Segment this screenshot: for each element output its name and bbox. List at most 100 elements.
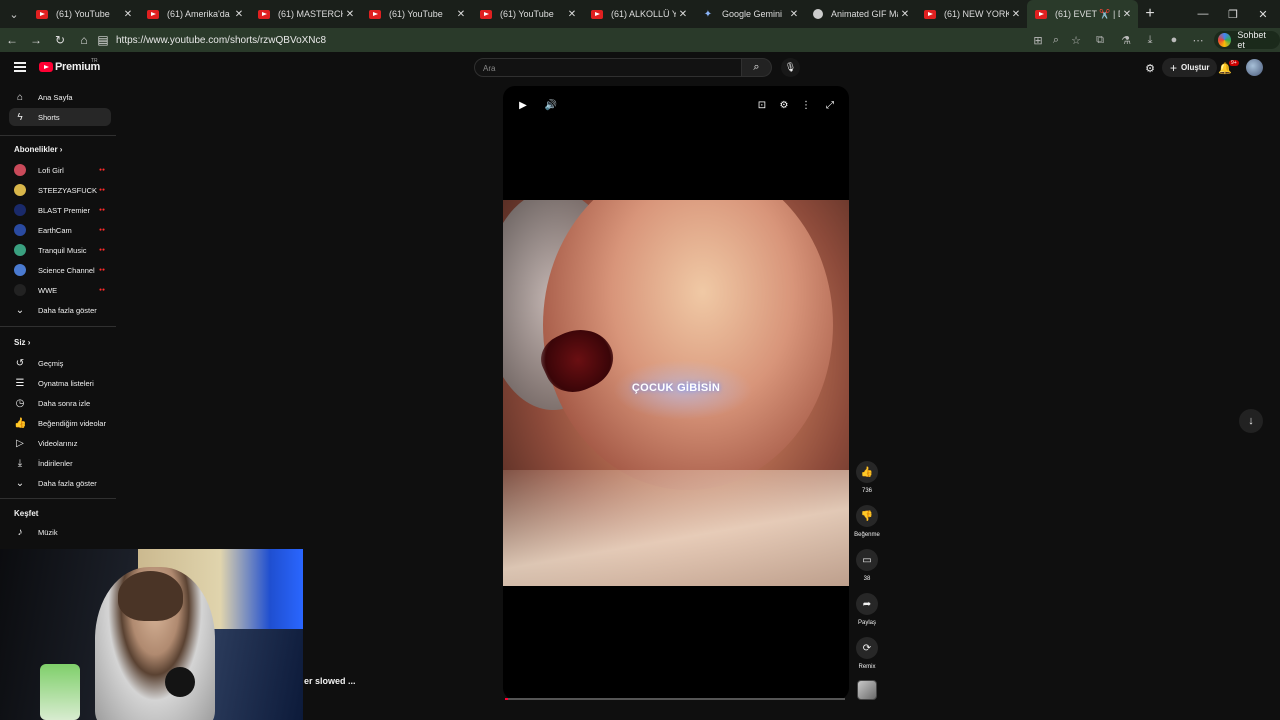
create-button[interactable]: + Oluştur (1162, 58, 1218, 77)
arrow-down-icon: ↓ (1248, 415, 1254, 427)
captions-icon[interactable]: ⊡ (754, 97, 770, 113)
channel-avatar (14, 224, 26, 236)
comment-icon: ▭ (856, 549, 878, 571)
share-button[interactable]: ➦ Paylaş (855, 593, 879, 626)
microphone-icon: 🎙 (784, 62, 797, 72)
browser-tab[interactable]: (61) YouTube ✕ (361, 0, 472, 28)
sidebar-item-music[interactable]: ♪ Müzik (9, 523, 111, 541)
comments-button[interactable]: ▭ 38 (855, 549, 879, 582)
tab-title: (61) YouTube (389, 9, 443, 19)
video-progress-bar[interactable] (505, 698, 845, 700)
tab-title: Animated GIF Maker (831, 9, 898, 19)
close-tab-icon[interactable]: ✕ (121, 9, 135, 20)
sidebar-item-download[interactable]: ⤓ İndirilenler (9, 454, 111, 472)
fullscreen-icon[interactable]: ⤢ (822, 97, 838, 113)
browser-tab[interactable]: (61) YouTube ✕ (472, 0, 583, 28)
tab-title: Google Gemini (722, 9, 783, 19)
subscription-channel[interactable]: Science Channel ●● (9, 261, 111, 279)
like-button[interactable]: 👍 736 (855, 461, 879, 494)
search-button[interactable]: ⌕ (742, 58, 772, 77)
subscription-channel[interactable]: BLAST Premier ●● (9, 201, 111, 219)
voice-search-button[interactable]: 🎙 (781, 58, 800, 77)
collections-icon[interactable]: ⚗ (1114, 28, 1138, 52)
close-tab-icon[interactable]: ✕ (343, 9, 357, 20)
sidebar-item-playlist[interactable]: ☰ Oynatma listeleri (9, 374, 111, 392)
reload-icon[interactable]: ↻ (48, 28, 72, 52)
subscription-channel[interactable]: Lofi Girl ●● (9, 161, 111, 179)
close-tab-icon[interactable]: ✕ (454, 9, 468, 20)
favorite-icon[interactable]: ☆ (1064, 28, 1088, 52)
tab-title: (61) ALKOLLÜ YILBAŞ (611, 9, 676, 19)
profile-icon[interactable]: ● (1162, 28, 1186, 52)
sound-thumbnail[interactable] (857, 680, 877, 700)
sidebar-divider (0, 498, 116, 499)
sidebar-item-video[interactable]: ▷ Videolarınız (9, 434, 111, 452)
subscription-channel[interactable]: STEEZYASFUCK ●● (9, 181, 111, 199)
forward-icon[interactable]: → (24, 28, 48, 52)
search-input[interactable]: Ara (474, 58, 742, 77)
browser-tab[interactable]: Animated GIF Maker✕ (805, 0, 916, 28)
live-indicator: ●● (98, 287, 105, 293)
explore-header[interactable]: Keşfet (14, 509, 38, 518)
browser-tab[interactable]: (61) MASTERCHEF YA✕ (250, 0, 361, 28)
clock-icon: ◷ (15, 397, 25, 409)
downloads-icon[interactable]: ⤓ (1138, 28, 1162, 52)
browser-tab[interactable]: (61) NEW YORK "GE✕ (916, 0, 1027, 28)
maximize-icon[interactable]: ❐ (1218, 0, 1248, 28)
close-tab-icon[interactable]: ✕ (1009, 9, 1023, 20)
youtube-logo-icon[interactable] (39, 62, 53, 72)
thumbs-down-icon: 👎 (856, 505, 878, 527)
sidebar-item-home[interactable]: ⌂ Ana Sayfa (9, 88, 111, 106)
chat-button[interactable]: Sohbet et (1214, 30, 1280, 50)
show-more-subscriptions[interactable]: ⌄ Daha fazla göster (9, 301, 111, 319)
sidebar-item-clock[interactable]: ◷ Daha sonra izle (9, 394, 111, 412)
close-tab-icon[interactable]: ✕ (1120, 9, 1134, 20)
url-field[interactable]: https://www.youtube.com/shorts/rzwQBVoXN… (116, 35, 326, 46)
you-header[interactable]: Siz › (14, 338, 30, 347)
minimize-icon[interactable]: — (1188, 0, 1218, 28)
extensions-icon[interactable]: ⧉ (1088, 28, 1112, 52)
close-tab-icon[interactable]: ✕ (787, 9, 801, 20)
shorts-player[interactable]: ÇOCUK GİBİSİN (503, 86, 849, 700)
sidebar-divider (0, 326, 116, 327)
youtube-icon (36, 9, 48, 19)
settings-gear-icon[interactable]: ⚙ (1141, 59, 1159, 77)
site-info-icon[interactable]: ▤ (96, 28, 110, 52)
more-vert-icon[interactable]: ⋮ (798, 97, 814, 113)
subscription-channel[interactable]: WWE ●● (9, 281, 111, 299)
close-tab-icon[interactable]: ✕ (565, 9, 579, 20)
subscription-channel[interactable]: EarthCam ●● (9, 221, 111, 239)
next-video-button[interactable]: ↓ (1239, 409, 1263, 433)
live-indicator: ●● (98, 187, 105, 193)
sidebar-item-thumbs-up[interactable]: 👍 Beğendiğim videolar (9, 414, 111, 432)
sidebar-item-history[interactable]: ↺ Geçmiş (9, 354, 111, 372)
remix-button[interactable]: ⟳ Remix (855, 637, 879, 670)
more-menu-icon[interactable]: ⋯ (1186, 28, 1210, 52)
browser-tab[interactable]: (61) ALKOLLÜ YILBAŞ✕ (583, 0, 694, 28)
home-browser-icon[interactable]: ⌂ (72, 28, 96, 52)
account-avatar[interactable] (1246, 59, 1263, 76)
close-window-icon[interactable]: ✕ (1248, 0, 1278, 28)
history-icon: ↺ (15, 357, 25, 369)
new-tab-button[interactable]: + (1138, 5, 1162, 23)
sidebar-item-shorts[interactable]: ϟ Shorts (9, 108, 111, 126)
browser-tab[interactable]: (61) EVET ✂️ | DEXT✕ (1027, 0, 1138, 28)
notification-badge: 9+ (1229, 60, 1239, 66)
browser-tab[interactable]: ✦ Google Gemini ✕ (694, 0, 805, 28)
subscription-channel[interactable]: Tranquil Music ●● (9, 241, 111, 259)
browser-tab[interactable]: (61) Amerika'da Poli✕ (139, 0, 250, 28)
back-icon[interactable]: ← (0, 28, 24, 52)
dislike-button[interactable]: 👎 Beğenme (854, 505, 880, 538)
menu-icon[interactable] (14, 62, 26, 72)
browser-tab[interactable]: (61) YouTube ✕ (28, 0, 139, 28)
tab-list-icon[interactable]: ⌄ (0, 0, 28, 28)
gif-icon (813, 9, 823, 19)
close-tab-icon[interactable]: ✕ (898, 9, 912, 20)
subscriptions-header[interactable]: Abonelikler › (14, 145, 62, 154)
volume-icon[interactable]: 🔊 (543, 97, 559, 113)
play-icon[interactable]: ▶ (515, 97, 531, 113)
show-more-you[interactable]: ⌄ Daha fazla göster (9, 474, 111, 492)
close-tab-icon[interactable]: ✕ (676, 9, 690, 20)
close-tab-icon[interactable]: ✕ (232, 9, 246, 20)
settings-icon[interactable]: ⚙ (776, 97, 792, 113)
